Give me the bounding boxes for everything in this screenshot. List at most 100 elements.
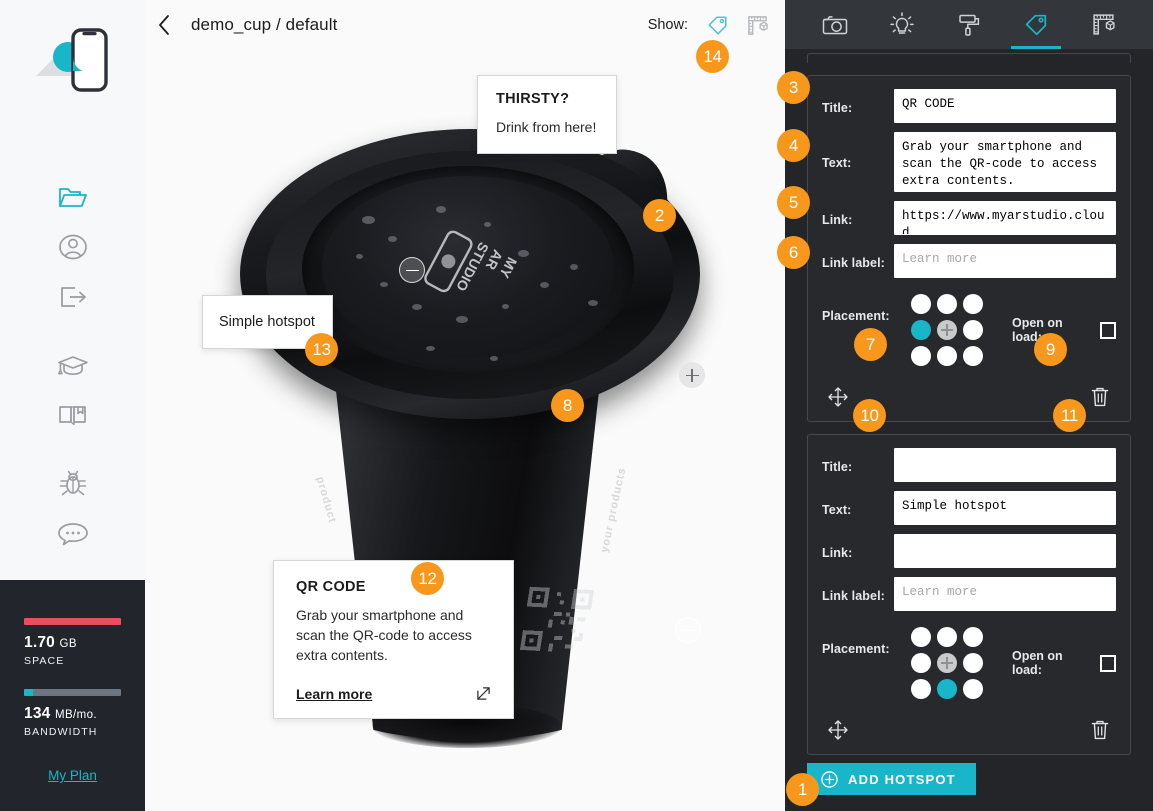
placement-dot-0[interactable]: [911, 294, 931, 314]
text-input[interactable]: [894, 491, 1116, 525]
placement-dot-5[interactable]: [963, 653, 983, 673]
popup-thirsty[interactable]: THIRSTY? Drink from here!: [477, 75, 617, 154]
hotspot-marker-simple[interactable]: [399, 257, 425, 283]
breadcrumb: demo_cup / default: [191, 14, 338, 34]
bandwidth-label: BANDWIDTH: [24, 726, 98, 738]
placement-dot-8[interactable]: [963, 679, 983, 699]
sidebar-nav: [50, 172, 96, 558]
cup-side-text-left: product: [313, 475, 339, 525]
sidebar-item-academy[interactable]: [50, 340, 96, 390]
delete-hotspot-button[interactable]: [1088, 718, 1112, 742]
placement-dot-5[interactable]: [963, 320, 983, 340]
back-button[interactable]: [153, 14, 175, 36]
title-input[interactable]: [894, 89, 1116, 123]
hotspot-list: Title: Text: Link: Link label: Placement…: [785, 49, 1153, 763]
viewport-area: demo_cup / default Show: MY AR STUDIO pr…: [145, 0, 785, 811]
placement-dot-8[interactable]: [963, 346, 983, 366]
link-label-caption: Link:: [822, 546, 853, 560]
tab-material[interactable]: [942, 0, 996, 49]
placement-dot-7[interactable]: [937, 679, 957, 699]
graduation-cap-icon: [57, 356, 88, 376]
hotspot-card: Title: Text: Link: Link label: Placement…: [807, 75, 1131, 422]
link-label-caption: Link:: [822, 213, 853, 227]
external-link-icon[interactable]: [476, 686, 491, 701]
title-input[interactable]: [894, 448, 1116, 482]
open-on-load-checkbox[interactable]: [1100, 321, 1116, 339]
show-toggle-tag[interactable]: [704, 12, 730, 38]
space-value: 1.70 GB: [24, 634, 121, 652]
popup-qrcode[interactable]: QR CODE Grab your smartphone and scan th…: [273, 560, 514, 719]
link-label-input[interactable]: [894, 244, 1116, 278]
placement-dot-center[interactable]: [937, 653, 957, 673]
book-bookmark-icon: [58, 406, 86, 426]
bandwidth-number: 134: [24, 705, 51, 722]
link-input[interactable]: [894, 534, 1116, 568]
link-input[interactable]: [894, 201, 1116, 235]
popup-text: Drink from here!: [496, 119, 597, 135]
text-label: Text:: [822, 156, 852, 170]
delete-hotspot-button[interactable]: [1088, 385, 1112, 409]
bandwidth-block: 134 MB/mo. BANDWIDTH: [24, 689, 121, 738]
show-label: Show:: [647, 17, 688, 33]
step-badge-6: 6: [777, 236, 810, 269]
placement-dot-center[interactable]: [937, 320, 957, 340]
move-arrows-icon: [828, 387, 848, 407]
field-row-link-label: Link label:: [822, 244, 1116, 278]
sidebar-item-account[interactable]: [50, 222, 96, 272]
step-badge-13: 13: [305, 333, 338, 366]
ar-studio-logo[interactable]: [28, 22, 118, 102]
popup-learn-more-link[interactable]: Learn more: [296, 686, 372, 702]
field-row-text: Text:: [822, 132, 1116, 192]
left-sidebar: 1.70 GB SPACE 134 MB/mo. BANDWIDTH My Pl…: [0, 0, 145, 811]
tab-hotspots[interactable]: [1009, 0, 1063, 49]
camera-icon: [822, 15, 847, 34]
step-badge-10: 10: [853, 399, 886, 432]
move-hotspot-button[interactable]: [826, 718, 850, 742]
show-toggle-measure[interactable]: [744, 12, 770, 38]
step-badge-3: 3: [777, 71, 810, 104]
placement-dot-1[interactable]: [937, 627, 957, 647]
hotspot-card: Title: Text: Link: Link label: Placement…: [807, 434, 1131, 755]
hotspot-marker-new[interactable]: [679, 362, 705, 388]
bandwidth-usage-bar: [24, 689, 121, 696]
open-on-load-control: Open on load:: [1012, 649, 1116, 677]
sidebar-item-folder[interactable]: [50, 172, 96, 222]
tab-measure[interactable]: [1076, 0, 1130, 49]
open-on-load-checkbox[interactable]: [1100, 654, 1116, 672]
logout-icon: [60, 287, 86, 307]
placement-dot-2[interactable]: [963, 627, 983, 647]
sidebar-item-docs[interactable]: [50, 390, 96, 440]
tab-camera[interactable]: [808, 0, 862, 49]
folder-icon: [58, 188, 87, 207]
add-hotspot-button[interactable]: ADD HOTSPOT: [807, 763, 976, 795]
hotspot-marker-qrcode[interactable]: [675, 617, 701, 643]
link-label-caption: Link label:: [822, 256, 885, 270]
text-input[interactable]: [894, 132, 1116, 192]
sidebar-item-feedback[interactable]: [50, 508, 96, 558]
popup-link-row: Learn more: [296, 686, 491, 702]
move-hotspot-button[interactable]: [826, 385, 850, 409]
placement-dot-6[interactable]: [911, 346, 931, 366]
link-label-input[interactable]: [894, 577, 1116, 611]
bandwidth-unit: MB/mo.: [54, 709, 97, 721]
placement-dot-2[interactable]: [963, 294, 983, 314]
placement-controls: Open on load:: [894, 624, 1116, 702]
my-plan-link[interactable]: My Plan: [24, 768, 121, 783]
plus-circle-icon: [821, 770, 838, 788]
step-badge-2: 2: [643, 199, 676, 232]
field-row-text: Text:: [822, 491, 1116, 525]
placement-dot-6[interactable]: [911, 679, 931, 699]
field-row-link: Link:: [822, 201, 1116, 235]
placement-dot-3[interactable]: [911, 320, 931, 340]
plus-icon: [685, 368, 699, 382]
placement-dot-1[interactable]: [937, 294, 957, 314]
sidebar-item-bug-report[interactable]: [50, 458, 96, 508]
placement-grid: [908, 291, 986, 369]
placement-dot-3[interactable]: [911, 653, 931, 673]
sidebar-item-logout[interactable]: [50, 272, 96, 322]
placement-dot-0[interactable]: [911, 627, 931, 647]
3d-stage[interactable]: MY AR STUDIO product your products THIRS…: [145, 49, 785, 811]
tab-light[interactable]: [875, 0, 929, 49]
space-number: 1.70: [24, 634, 55, 651]
placement-dot-7[interactable]: [937, 346, 957, 366]
